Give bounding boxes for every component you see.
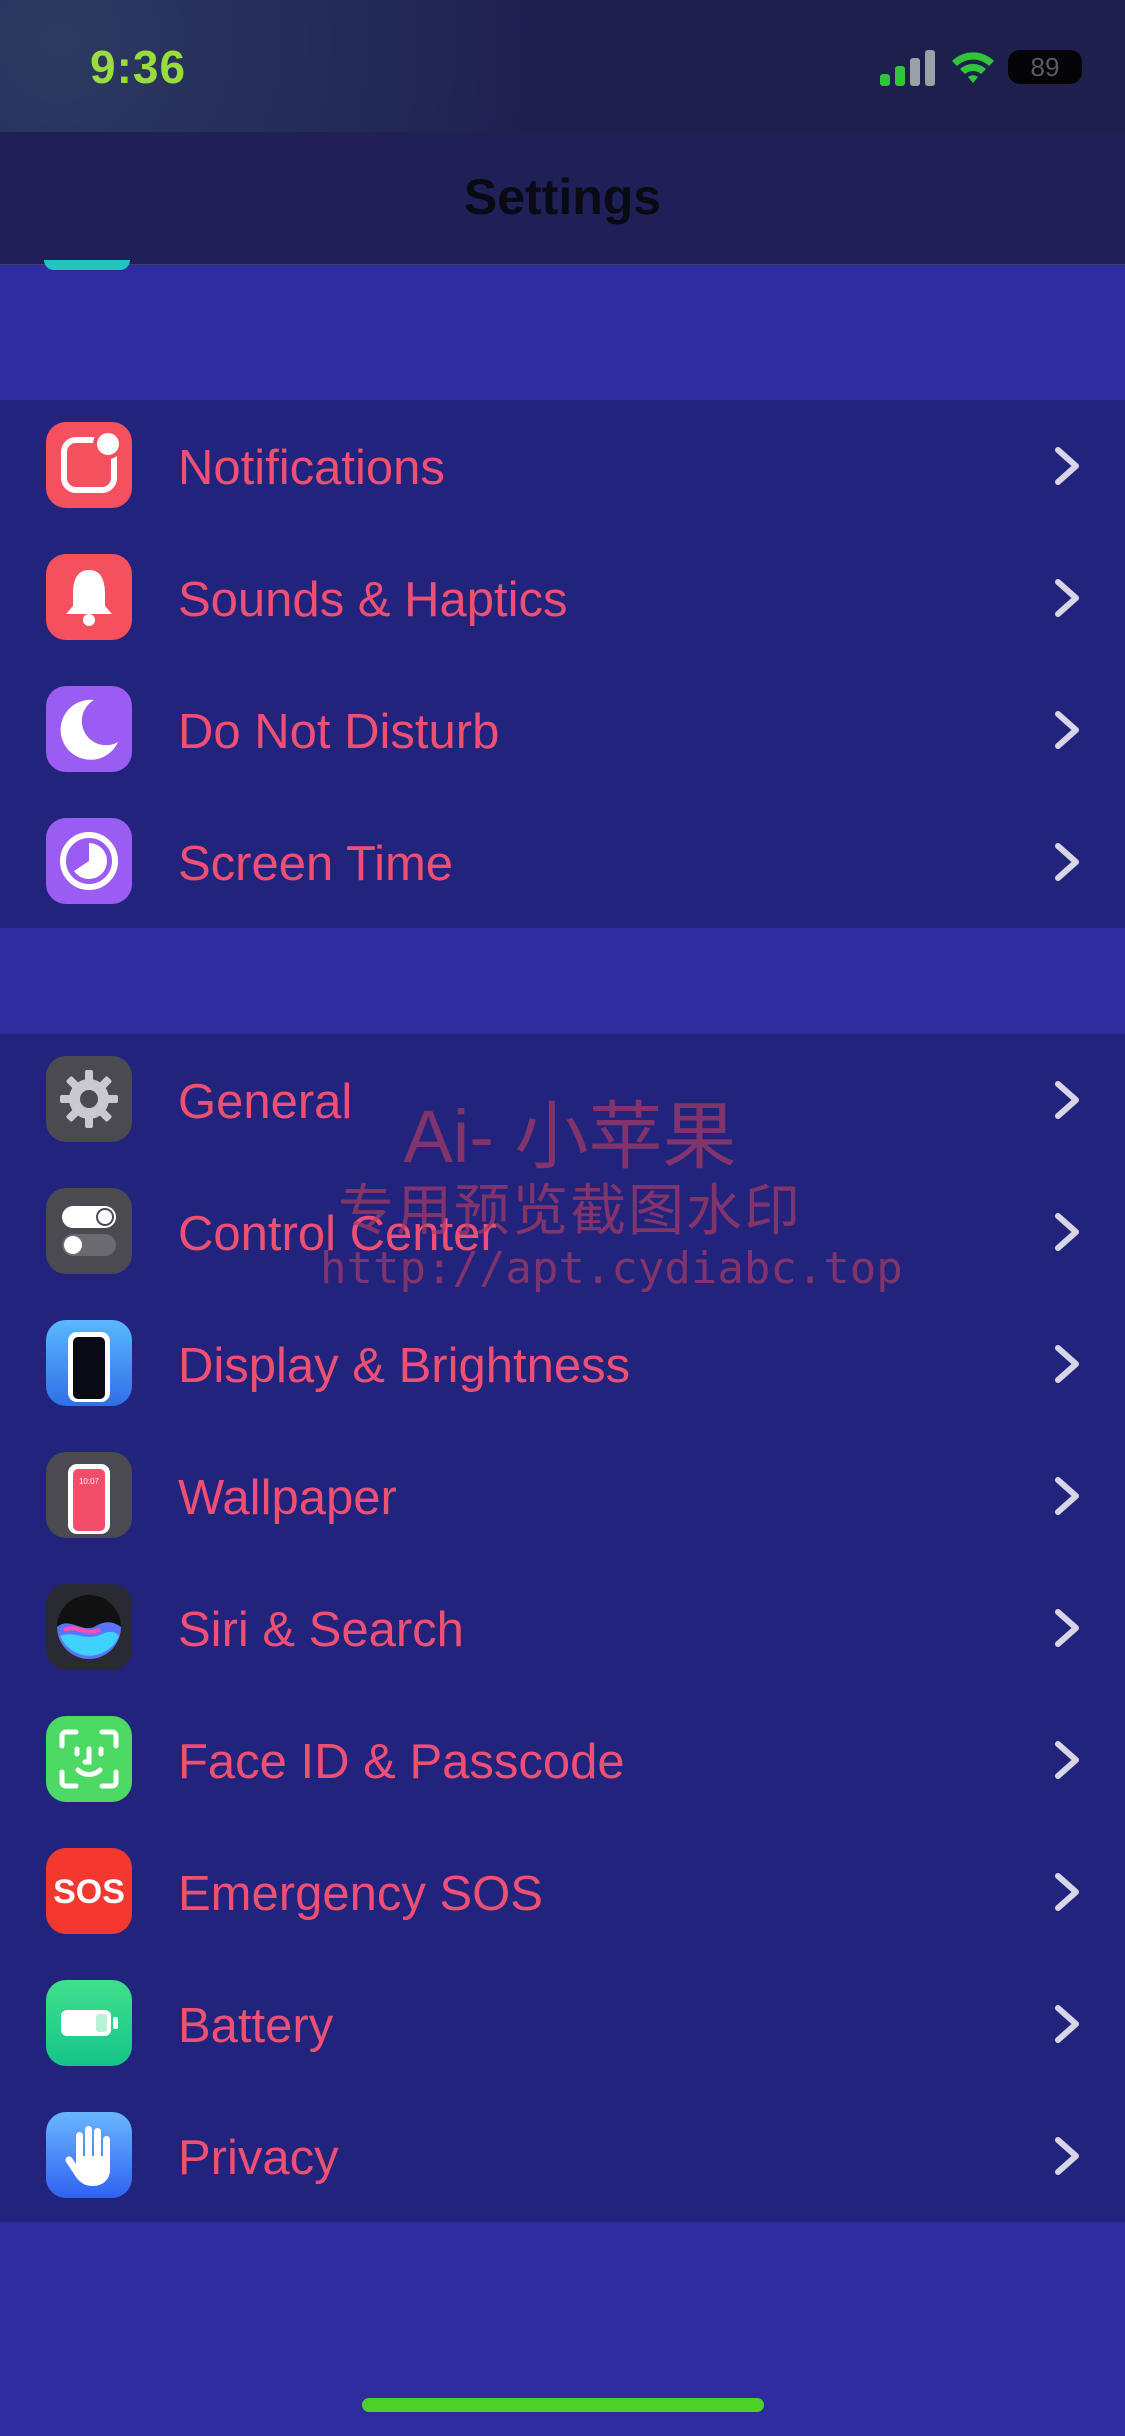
chevron-right-icon <box>1050 840 1084 884</box>
row-label: Notifications <box>178 441 445 495</box>
wifi-icon <box>950 48 996 86</box>
chevron-right-icon <box>1050 576 1084 620</box>
settings-row-display[interactable]: Display & Brightness <box>0 1298 1125 1430</box>
battery-indicator: 89 <box>1008 50 1082 84</box>
settings-row-emergency-sos[interactable]: SOS Emergency SOS <box>0 1826 1125 1958</box>
row-label: Display & Brightness <box>178 1339 631 1393</box>
chevron-right-icon <box>1050 1342 1084 1386</box>
svg-text:10:07: 10:07 <box>79 1477 100 1486</box>
control-center-icon <box>46 1188 132 1274</box>
row-label: Siri & Search <box>178 1603 464 1657</box>
sos-icon: SOS <box>46 1848 132 1934</box>
navigation-bar: Settings <box>0 132 1125 265</box>
status-bar: 9:36 89 <box>0 0 1125 132</box>
row-label: Face ID & Passcode <box>178 1735 625 1789</box>
chevron-right-icon <box>1050 1210 1084 1254</box>
settings-row-sounds[interactable]: Sounds & Haptics <box>0 532 1125 664</box>
moon-icon <box>46 686 132 772</box>
settings-row-battery[interactable]: Battery <box>0 1958 1125 2090</box>
row-label: Battery <box>178 1999 334 2053</box>
hand-icon <box>46 2112 132 2198</box>
row-label: Control Center <box>178 1207 497 1261</box>
siri-icon <box>46 1584 132 1670</box>
settings-row-privacy[interactable]: Privacy <box>0 2090 1125 2222</box>
settings-group-1: Notifications Sounds & Haptics Do Not Di… <box>0 400 1125 928</box>
svg-text:SOS: SOS <box>53 1873 125 1911</box>
chevron-right-icon <box>1050 2002 1084 2046</box>
chevron-right-icon <box>1050 444 1084 488</box>
screen-time-icon <box>46 818 132 904</box>
chevron-right-icon <box>1050 1474 1084 1518</box>
row-label: Sounds & Haptics <box>178 573 568 627</box>
settings-row-wallpaper[interactable]: 10:07 Wallpaper <box>0 1430 1125 1562</box>
settings-group-2: General Control Center Display & Brightn… <box>0 1034 1125 2222</box>
chevron-right-icon <box>1050 1870 1084 1914</box>
settings-row-siri[interactable]: Siri & Search <box>0 1562 1125 1694</box>
row-label: Emergency SOS <box>178 1867 543 1921</box>
row-label: General <box>178 1075 353 1129</box>
page-title: Settings <box>463 169 662 225</box>
sounds-icon <box>46 554 132 640</box>
chevron-right-icon <box>1050 1078 1084 1122</box>
home-indicator[interactable] <box>362 2398 764 2412</box>
settings-row-notifications[interactable]: Notifications <box>0 400 1125 532</box>
row-label: Wallpaper <box>178 1471 397 1525</box>
settings-row-general[interactable]: General <box>0 1034 1125 1166</box>
chevron-right-icon <box>1050 1606 1084 1650</box>
settings-row-face-id[interactable]: Face ID & Passcode <box>0 1694 1125 1826</box>
chevron-right-icon <box>1050 708 1084 752</box>
row-label: Do Not Disturb <box>178 705 500 759</box>
settings-row-do-not-disturb[interactable]: Do Not Disturb <box>0 664 1125 796</box>
battery-icon <box>46 1980 132 2066</box>
chevron-right-icon <box>1050 1738 1084 1782</box>
row-label: Privacy <box>178 2131 339 2185</box>
cellular-signal-icon <box>880 50 936 86</box>
chevron-right-icon <box>1050 2134 1084 2178</box>
display-icon <box>46 1320 132 1406</box>
notifications-icon <box>46 422 132 508</box>
row-label: Screen Time <box>178 837 454 891</box>
settings-row-screen-time[interactable]: Screen Time <box>0 796 1125 928</box>
settings-row-control-center[interactable]: Control Center <box>0 1166 1125 1298</box>
wallpaper-icon: 10:07 <box>46 1452 132 1538</box>
scrolled-row-icon-edge <box>44 260 130 270</box>
gear-icon <box>46 1056 132 1142</box>
status-time: 9:36 <box>90 41 187 93</box>
face-id-icon <box>46 1716 132 1802</box>
